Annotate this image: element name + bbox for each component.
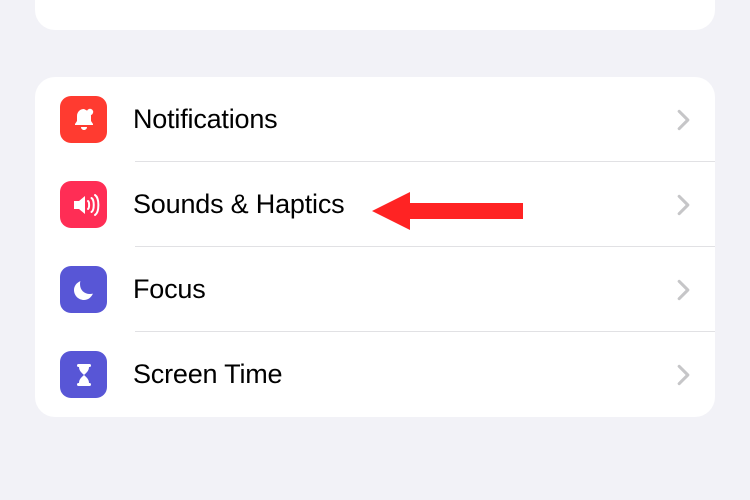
settings-row-focus[interactable]: Focus [35,247,715,332]
settings-row-label: Notifications [133,104,677,135]
moon-icon [69,275,99,305]
chevron-right-icon [677,279,690,301]
chevron-right-icon [677,364,690,386]
settings-row-label: Sounds & Haptics [133,189,677,220]
settings-row-screen-time[interactable]: Screen Time [35,332,715,417]
settings-row-notifications[interactable]: Notifications [35,77,715,162]
chevron-right-icon [677,109,690,131]
hourglass-icon [70,361,98,389]
settings-group-previous [35,0,715,30]
sounds-icon-box [60,181,107,228]
focus-icon-box [60,266,107,313]
screen-time-icon-box [60,351,107,398]
settings-group: Notifications Sounds & Haptics Focus [35,77,715,417]
notifications-icon-box [60,96,107,143]
settings-row-sounds-haptics[interactable]: Sounds & Haptics [35,162,715,247]
settings-row-label: Screen Time [133,359,677,390]
bell-badge-icon [69,105,99,135]
chevron-right-icon [677,194,690,216]
settings-row-label: Focus [133,274,677,305]
speaker-wave-icon [68,189,100,221]
